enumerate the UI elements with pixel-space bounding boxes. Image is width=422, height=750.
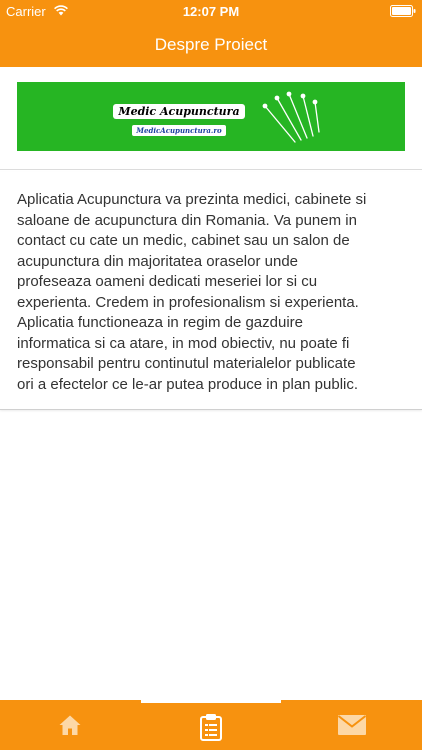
banner-image: Medic Acupunctura MedicAcupunctura.ro bbox=[17, 82, 405, 151]
clipboard-icon bbox=[200, 714, 222, 741]
mail-icon bbox=[337, 715, 367, 735]
top-bar: Carrier 12:07 PM Despre Proiect bbox=[0, 0, 422, 67]
about-text: Aplicatia Acupunctura va prezinta medici… bbox=[17, 191, 367, 393]
about-section: Aplicatia Acupunctura va prezinta medici… bbox=[0, 172, 422, 410]
status-bar: Carrier 12:07 PM bbox=[0, 0, 422, 22]
tab-home[interactable] bbox=[0, 703, 140, 750]
status-time: 12:07 PM bbox=[182, 4, 240, 19]
home-icon bbox=[59, 715, 81, 735]
tab-contact[interactable] bbox=[282, 703, 422, 750]
banner-title: Medic Acupunctura bbox=[113, 104, 245, 119]
tab-bar bbox=[0, 700, 422, 750]
tab-about[interactable] bbox=[141, 703, 281, 750]
battery-icon bbox=[390, 5, 416, 17]
banner-url: MedicAcupunctura.ro bbox=[132, 125, 226, 136]
banner-section: Medic Acupunctura MedicAcupunctura.ro bbox=[0, 67, 422, 170]
banner-logo-text: Medic Acupunctura MedicAcupunctura.ro bbox=[109, 102, 249, 138]
acupuncture-needles-icon bbox=[262, 91, 320, 143]
page-title: Despre Proiect bbox=[154, 35, 268, 54]
